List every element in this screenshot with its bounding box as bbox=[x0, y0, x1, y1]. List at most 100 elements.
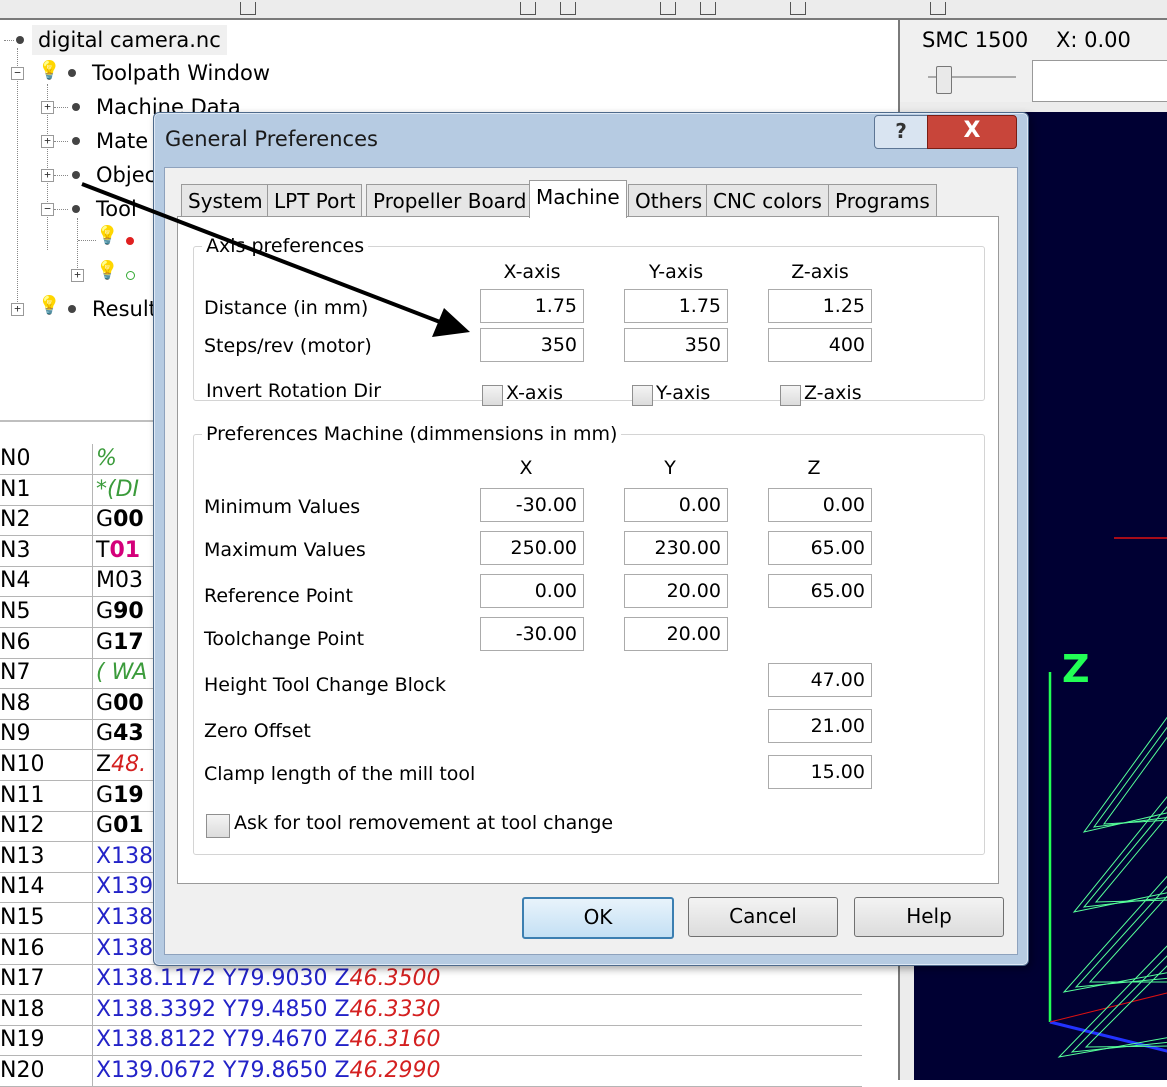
tab-machine[interactable]: Machine bbox=[529, 180, 627, 218]
code-text: Z48. bbox=[96, 752, 147, 777]
line-number: N1 bbox=[0, 476, 31, 502]
context-help-button[interactable]: ? bbox=[874, 115, 928, 149]
steps-label: Steps/rev (motor) bbox=[204, 335, 372, 357]
z-axis-header: Z-axis bbox=[791, 261, 849, 283]
lightbulb-blue-icon[interactable]: 💡 bbox=[38, 295, 60, 316]
code-row[interactable]: N17 X138.1172 Y79.9030 Z46.3500 bbox=[0, 964, 862, 996]
min-y-input[interactable]: 0.00 bbox=[624, 488, 728, 522]
tree-item-result[interactable]: Result bbox=[92, 294, 157, 324]
code-text: X138 bbox=[96, 935, 154, 961]
tab-others[interactable]: Others bbox=[628, 184, 710, 217]
code-text: T01 bbox=[96, 537, 141, 563]
ref-y-input[interactable]: 20.00 bbox=[624, 574, 728, 608]
line-number: N17 bbox=[0, 966, 45, 992]
invert-x-checkbox[interactable] bbox=[482, 385, 503, 406]
tree-item-toolpath-window[interactable]: Toolpath Window bbox=[92, 58, 270, 88]
min-x-input[interactable]: -30.00 bbox=[480, 488, 584, 522]
steps-z-input[interactable]: 400 bbox=[768, 328, 872, 362]
ask-tool-removal-checkbox[interactable] bbox=[206, 814, 230, 838]
code-text: G90 bbox=[96, 599, 144, 624]
tree-root[interactable]: digital camera.nc bbox=[32, 25, 227, 55]
code-text: X138.1172 Y79.9030 Z46.3500 bbox=[96, 966, 441, 992]
tab-programs[interactable]: Programs bbox=[828, 184, 937, 217]
steps-y-input[interactable]: 350 bbox=[624, 328, 728, 362]
expand-icon[interactable]: + bbox=[41, 135, 54, 148]
expand-icon[interactable]: + bbox=[11, 303, 24, 316]
reference-point-label: Reference Point bbox=[204, 585, 353, 607]
height-tool-change-input[interactable]: 47.00 bbox=[768, 663, 872, 697]
node-dot-icon bbox=[72, 171, 80, 179]
expand-icon[interactable]: + bbox=[41, 101, 54, 114]
tree-item-objects[interactable]: Objec bbox=[96, 160, 156, 190]
steps-x-input[interactable]: 350 bbox=[480, 328, 584, 362]
code-row[interactable]: N20 X139.0672 Y79.8650 Z46.2990 bbox=[0, 1056, 862, 1087]
toolbar-icon[interactable] bbox=[700, 2, 716, 15]
speed-slider-thumb[interactable] bbox=[936, 66, 952, 94]
expand-icon[interactable]: + bbox=[41, 169, 54, 182]
toolbar-icon[interactable] bbox=[790, 2, 806, 15]
close-button[interactable]: X bbox=[927, 115, 1017, 149]
line-number: N11 bbox=[0, 782, 45, 808]
tab-lpt-port[interactable]: LPT Port bbox=[267, 184, 363, 217]
height-tool-change-label: Height Tool Change Block bbox=[204, 674, 446, 696]
distance-x-input[interactable]: 1.75 bbox=[480, 289, 584, 323]
tab-cnc-colors[interactable]: CNC colors bbox=[706, 184, 829, 217]
code-text: X138.3392 Y79.4850 Z46.3330 bbox=[96, 996, 441, 1022]
lightbulb-icon[interactable]: 💡 bbox=[96, 225, 118, 246]
code-row[interactable]: N19 X138.8122 Y79.4670 Z46.3160 bbox=[0, 1025, 862, 1057]
line-number: N5 bbox=[0, 599, 31, 624]
distance-z-input[interactable]: 1.25 bbox=[768, 289, 872, 323]
line-number: N12 bbox=[0, 813, 45, 839]
tab-propeller-board[interactable]: Propeller Board bbox=[366, 184, 534, 217]
y-header: Y bbox=[664, 457, 676, 479]
node-dot-icon bbox=[72, 103, 80, 111]
toolbar-icon[interactable] bbox=[240, 2, 256, 15]
node-dot-icon bbox=[72, 205, 80, 213]
code-text: % bbox=[96, 446, 117, 471]
ref-x-input[interactable]: 0.00 bbox=[480, 574, 584, 608]
line-number: N7 bbox=[0, 660, 31, 686]
max-y-input[interactable]: 230.00 bbox=[624, 531, 728, 565]
invert-y-checkbox[interactable] bbox=[632, 385, 653, 406]
line-number: N15 bbox=[0, 905, 45, 930]
collapse-icon[interactable]: − bbox=[41, 203, 54, 216]
lightbulb-icon[interactable]: 💡 bbox=[38, 60, 60, 81]
code-text: G00 bbox=[96, 507, 144, 533]
min-z-input[interactable]: 0.00 bbox=[768, 488, 872, 522]
invert-z-checkbox[interactable] bbox=[780, 385, 801, 406]
toolbar-icon[interactable] bbox=[560, 2, 576, 15]
code-text: M03 bbox=[96, 568, 143, 594]
max-x-input[interactable]: 250.00 bbox=[480, 531, 584, 565]
max-z-input[interactable]: 65.00 bbox=[768, 531, 872, 565]
toolbar-icon[interactable] bbox=[520, 2, 536, 15]
help-button[interactable]: Help bbox=[854, 897, 1004, 937]
node-dot-icon bbox=[68, 305, 76, 313]
tree-item-tools[interactable]: Tool bbox=[96, 194, 137, 224]
code-text: ( WA bbox=[96, 660, 148, 686]
toolbar-icon[interactable] bbox=[660, 2, 676, 15]
lightbulb-icon[interactable]: 💡 bbox=[96, 260, 118, 281]
zero-offset-input[interactable]: 21.00 bbox=[768, 709, 872, 743]
tab-system[interactable]: System bbox=[181, 184, 270, 217]
z-axis-label: Z bbox=[1062, 647, 1090, 691]
ref-z-input[interactable]: 65.00 bbox=[768, 574, 872, 608]
preview-field[interactable] bbox=[1032, 60, 1167, 102]
ok-button[interactable]: OK bbox=[522, 897, 674, 939]
clamp-length-input[interactable]: 15.00 bbox=[768, 755, 872, 789]
toolchange-y-input[interactable]: 20.00 bbox=[624, 617, 728, 651]
tree-item-material[interactable]: Mate bbox=[96, 126, 148, 156]
code-text: X138.8122 Y79.4670 Z46.3160 bbox=[96, 1027, 441, 1053]
line-number: N2 bbox=[0, 507, 31, 533]
axis-preferences-legend: Axis preferences bbox=[206, 235, 365, 257]
toolbar-icon[interactable] bbox=[930, 2, 946, 15]
line-number: N19 bbox=[0, 1027, 45, 1053]
code-text: G01 bbox=[96, 813, 144, 839]
collapse-icon[interactable]: − bbox=[11, 67, 24, 80]
cancel-button[interactable]: Cancel bbox=[688, 897, 838, 937]
toolchange-x-input[interactable]: -30.00 bbox=[480, 617, 584, 651]
code-row[interactable]: N18 X138.3392 Y79.4850 Z46.3330 bbox=[0, 994, 862, 1026]
distance-y-input[interactable]: 1.75 bbox=[624, 289, 728, 323]
code-text: X139.0672 Y79.8650 Z46.2990 bbox=[96, 1058, 441, 1083]
expand-icon[interactable]: + bbox=[71, 269, 84, 282]
machine-preferences-legend: Preferences Machine (dimmensions in mm) bbox=[206, 423, 618, 445]
